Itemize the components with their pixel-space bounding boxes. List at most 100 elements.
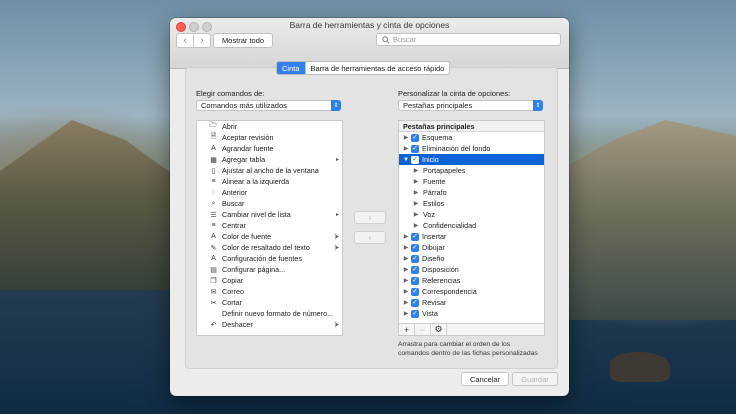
add-command-button[interactable]: › — [354, 211, 386, 224]
disclosure-closed-icon[interactable]: ▶ — [412, 211, 420, 218]
disclosure-closed-icon[interactable]: ▶ — [412, 200, 420, 207]
number-format-icon — [209, 309, 218, 318]
command-item[interactable]: ≡ Centrar — [197, 220, 342, 231]
ribbon-tab-row[interactable]: ▶ ✓ Eliminación del fondo — [399, 143, 544, 154]
tab-checkbox[interactable]: ✓ — [411, 309, 419, 318]
command-label: Buscar — [222, 199, 245, 208]
command-item[interactable]: ☰ Cambiar nivel de lista ▸ — [197, 209, 342, 220]
command-item[interactable]: Definir nuevo formato de número... — [197, 308, 342, 319]
ribbon-tabs-select[interactable]: Pestañas principales ⇕ — [398, 100, 543, 111]
disclosure-closed-icon[interactable]: ▶ — [402, 266, 410, 273]
command-item[interactable]: ⌕ Buscar — [197, 198, 342, 209]
remove-tab-button[interactable]: − — [415, 324, 431, 335]
commands-list[interactable]: 🗁 Abrir 🗎 Aceptar revisión A Agrandar fuente ▦… — [196, 120, 343, 336]
command-item[interactable]: A Configuración de fuentes — [197, 253, 342, 264]
tab-checkbox[interactable]: ✓ — [411, 144, 419, 153]
ribbon-group-row[interactable]: ▶ Voz — [399, 209, 544, 220]
tab-label: Revisar — [422, 298, 447, 307]
command-item[interactable]: ≡ Alinear a la izquierda — [197, 176, 342, 187]
tab-checkbox[interactable]: ✓ — [411, 243, 419, 252]
command-item[interactable]: 🗁 Abrir — [197, 121, 342, 132]
disclosure-closed-icon[interactable]: ▶ — [402, 277, 410, 284]
tab-label: Estilos — [423, 199, 445, 208]
command-item[interactable]: 🗎 Aceptar revisión — [197, 132, 342, 143]
previous-comment-icon: ◌ — [211, 189, 216, 196]
disclosure-closed-icon[interactable]: ▶ — [412, 222, 420, 229]
commands-source-select[interactable]: Comandos más utilizados ⇕ — [196, 100, 341, 111]
ribbon-group-row[interactable]: ▶ Fuente — [399, 176, 544, 187]
disclosure-closed-icon[interactable]: ▶ — [402, 145, 410, 152]
disclosure-closed-icon[interactable]: ▶ — [412, 178, 420, 185]
ribbon-group-row[interactable]: ▶ Párrafo — [399, 187, 544, 198]
command-item[interactable]: ↶ Deshacer |▸ — [197, 319, 342, 330]
font-settings-icon: A — [211, 255, 216, 262]
command-item[interactable]: ✂ Cortar — [197, 297, 342, 308]
tab-checkbox[interactable]: ✓ — [411, 265, 419, 274]
search-field[interactable]: Buscar — [376, 33, 561, 46]
command-item[interactable]: ▤ Configurar página... — [197, 264, 342, 275]
ribbon-tabs-tree[interactable]: Pestañas principales ▶ ✓ Esquema ▶ ✓ Eliminac… — [398, 120, 545, 336]
table-icon: ▦ — [210, 156, 217, 164]
ribbon-tab-row[interactable]: ▶ ✓ Revisar — [399, 297, 544, 308]
tab-label: Esquema — [422, 133, 453, 142]
ribbon-group-row[interactable]: ▶ Estilos — [399, 198, 544, 209]
command-item[interactable]: A Agrandar fuente — [197, 143, 342, 154]
tab-ribbon[interactable]: Cinta — [277, 62, 305, 74]
remove-command-button[interactable]: ‹ — [354, 231, 386, 244]
ribbon-tab-row[interactable]: ▶ ✓ Disposición — [399, 264, 544, 275]
command-item[interactable]: ◌ Anterior — [197, 187, 342, 198]
disclosure-closed-icon[interactable]: ▶ — [402, 233, 410, 240]
command-item[interactable]: ✎ Color de resaltado del texto |▸ — [197, 242, 342, 253]
tab-checkbox[interactable]: ✓ — [411, 254, 419, 263]
ribbon-tab-row[interactable]: ▶ ✓ Insertar — [399, 231, 544, 242]
tab-checkbox[interactable]: ✓ — [411, 232, 419, 241]
forward-button[interactable]: › — [194, 34, 210, 47]
tab-checkbox[interactable]: ✓ — [411, 276, 419, 285]
tab-label: Insertar — [422, 232, 447, 241]
save-button[interactable]: Guardar — [512, 372, 558, 386]
disclosure-closed-icon[interactable]: ▶ — [402, 255, 410, 262]
show-all-button[interactable]: Mostrar todo — [213, 33, 273, 48]
search-icon: ⌕ — [211, 199, 216, 207]
tab-quick-access-toolbar[interactable]: Barra de herramientas de acceso rápido — [304, 62, 450, 74]
ribbon-group-row[interactable]: ▶ Portapapeles — [399, 165, 544, 176]
command-item[interactable]: A Color de fuente |▸ — [197, 231, 342, 242]
command-item[interactable]: ❐ Copiar — [197, 275, 342, 286]
ribbon-tab-row[interactable]: ▶ ✓ Vista — [399, 308, 544, 319]
command-item[interactable]: ▯ Ajustar al ancho de la ventana — [197, 165, 342, 176]
ribbon-tab-row[interactable]: ▶ ✓ Esquema — [399, 132, 544, 143]
command-label: Alinear a la izquierda — [222, 177, 290, 186]
tab-checkbox[interactable]: ✓ — [411, 298, 419, 307]
disclosure-closed-icon[interactable]: ▶ — [402, 310, 410, 317]
ribbon-tab-row[interactable]: ▶ ✓ Dibujar — [399, 242, 544, 253]
add-tab-button[interactable]: + — [399, 324, 415, 335]
disclosure-closed-icon[interactable]: ▶ — [402, 288, 410, 295]
disclosure-closed-icon[interactable]: ▶ — [402, 134, 410, 141]
tab-checkbox[interactable]: ✓ — [411, 287, 419, 296]
submenu-arrow-icon: ▸ — [335, 157, 339, 163]
tab-checkbox[interactable]: ✓ — [411, 133, 419, 142]
tab-checkbox[interactable]: ✓ — [411, 155, 419, 164]
ribbon-tab-row[interactable]: ▶ ✓ Correspondencia — [399, 286, 544, 297]
command-label: Abrir — [222, 122, 238, 131]
command-label: Configurar página... — [222, 265, 286, 274]
tab-label: Correspondencia — [422, 287, 477, 296]
disclosure-closed-icon[interactable]: ▶ — [412, 167, 420, 174]
gear-icon[interactable]: ⚙ — [431, 324, 447, 335]
tab-label: Fuente — [423, 177, 446, 186]
disclosure-open-icon[interactable]: ▼ — [402, 157, 410, 163]
command-item[interactable]: ▦ Agregar tabla ▸ — [197, 154, 342, 165]
ribbon-tab-row[interactable]: ▶ ✓ Referencias — [399, 275, 544, 286]
disclosure-closed-icon[interactable]: ▶ — [402, 244, 410, 251]
tab-label: Diseño — [422, 254, 445, 263]
disclosure-closed-icon[interactable]: ▶ — [402, 299, 410, 306]
command-label: Definir nuevo formato de número... — [222, 309, 334, 318]
back-button[interactable]: ‹ — [177, 34, 194, 47]
disclosure-closed-icon[interactable]: ▶ — [412, 189, 420, 196]
ribbon-tab-row[interactable]: ▶ ✓ Diseño — [399, 253, 544, 264]
ribbon-group-row[interactable]: ▶ Confidencialidad — [399, 220, 544, 231]
command-label: Centrar — [222, 221, 246, 230]
ribbon-tab-row[interactable]: ▼ ✓ Inicio — [399, 154, 544, 165]
command-item[interactable]: ✉ Correo — [197, 286, 342, 297]
cancel-button[interactable]: Cancelar — [461, 372, 509, 386]
